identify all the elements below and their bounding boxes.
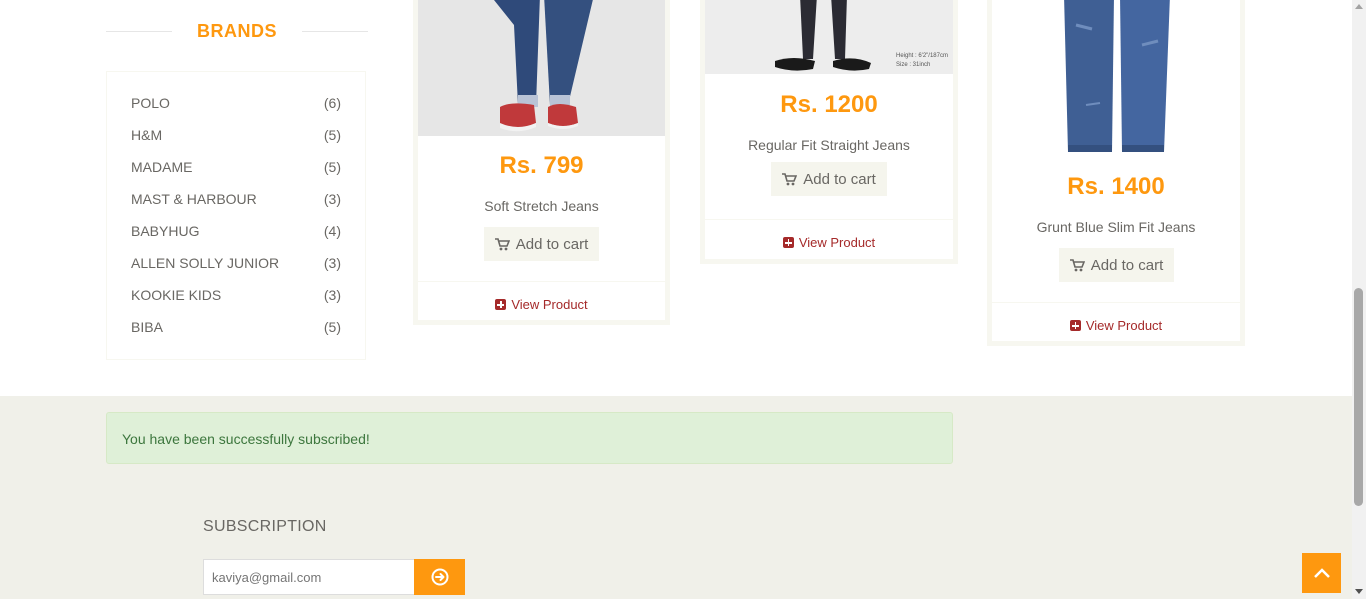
product-card: Rs. 1400 Grunt Blue Slim Fit Jeans Add t…	[987, 0, 1245, 346]
brand-name[interactable]: H&M	[131, 127, 162, 143]
shopping-cart-icon	[494, 237, 510, 250]
view-product-link[interactable]: View Product	[418, 297, 665, 312]
image-caption-height: Height : 6'2"/187cm	[896, 53, 948, 59]
product-name: Regular Fit Straight Jeans	[748, 137, 910, 153]
brand-count: (5)	[323, 159, 341, 175]
product-name: Soft Stretch Jeans	[484, 198, 599, 214]
brand-name[interactable]: MAST & HARBOUR	[131, 191, 257, 207]
add-to-cart-button[interactable]: Add to cart	[771, 162, 887, 196]
product-card: Height : 6'2"/187cm Size : 31inch Rs. 12…	[700, 0, 958, 264]
brand-name[interactable]: ALLEN SOLLY JUNIOR	[131, 255, 279, 271]
brand-count: (5)	[323, 127, 341, 143]
image-caption-size: Size : 31inch	[896, 62, 931, 68]
brand-item-kookie-kids[interactable]: KOOKIE KIDS (3)	[131, 287, 341, 307]
brand-name[interactable]: BABYHUG	[131, 223, 199, 239]
subscribe-button[interactable]	[414, 559, 465, 595]
product-card: Rs. 799 Soft Stretch Jeans Add to cart V…	[413, 0, 670, 325]
scroll-arrow-down-icon[interactable]	[1355, 589, 1363, 594]
scrollbar-thumb[interactable]	[1354, 288, 1363, 506]
plus-square-icon	[495, 299, 507, 310]
brand-item-babyhug[interactable]: BABYHUG (4)	[131, 223, 341, 243]
brand-name[interactable]: POLO	[131, 95, 170, 111]
product-image: Height : 6'2"/187cm Size : 31inch	[705, 0, 953, 74]
product-name: Grunt Blue Slim Fit Jeans	[1036, 219, 1196, 235]
product-image	[992, 0, 1240, 160]
add-to-cart-label: Add to cart	[803, 170, 876, 188]
brand-count: (3)	[323, 191, 341, 207]
brand-item-biba[interactable]: BIBA (5)	[131, 319, 341, 339]
brand-name[interactable]: BIBA	[131, 319, 163, 335]
view-product-link[interactable]: View Product	[705, 235, 953, 250]
plus-square-icon	[782, 237, 794, 248]
brand-item-allen-solly-junior[interactable]: ALLEN SOLLY JUNIOR (3)	[131, 255, 341, 275]
product-price: Rs. 1200	[780, 91, 878, 118]
brands-list: POLO (6) H&M (5) MADAME (5) MAST & HARBO…	[106, 71, 366, 360]
brand-count: (6)	[323, 95, 341, 111]
add-to-cart-button[interactable]: Add to cart	[1059, 248, 1174, 282]
brand-name[interactable]: MADAME	[131, 159, 192, 175]
view-product-label[interactable]: View Product	[1086, 318, 1162, 333]
product-price: Rs. 799	[499, 152, 584, 179]
brand-item-mast-harbour[interactable]: MAST & HARBOUR (3)	[131, 191, 341, 211]
add-to-cart-label: Add to cart	[1090, 256, 1164, 274]
brand-count: (4)	[323, 223, 341, 239]
subscription-success-alert: You have been successfully subscribed!	[106, 412, 953, 464]
view-product-label[interactable]: View Product	[511, 297, 587, 312]
brand-item-hm[interactable]: H&M (5)	[131, 127, 341, 147]
brand-count: (3)	[323, 287, 341, 303]
subscription-email-input[interactable]	[203, 559, 415, 595]
view-product-label[interactable]: View Product	[799, 235, 875, 250]
alert-text: You have been successfully subscribed!	[122, 431, 370, 447]
subscription-title: SUBSCRIPTION	[203, 518, 327, 535]
brands-heading: BRANDS	[106, 18, 368, 44]
brand-count: (3)	[323, 255, 341, 271]
shopping-cart-icon	[1069, 258, 1085, 271]
view-product-link[interactable]: View Product	[992, 318, 1240, 333]
scroll-arrow-up-icon[interactable]	[1355, 4, 1363, 9]
brand-name[interactable]: KOOKIE KIDS	[131, 287, 221, 303]
arrow-circle-right-icon	[431, 568, 448, 586]
brand-count: (5)	[323, 319, 341, 335]
plus-square-icon	[1069, 320, 1081, 331]
chevron-up-icon	[1313, 568, 1330, 578]
add-to-cart-label: Add to cart	[515, 235, 589, 253]
product-image	[418, 0, 665, 136]
add-to-cart-button[interactable]: Add to cart	[484, 227, 599, 261]
brand-item-madame[interactable]: MADAME (5)	[131, 159, 341, 179]
product-price: Rs. 1400	[1067, 173, 1165, 200]
scroll-up-button[interactable]	[1302, 553, 1341, 593]
shopping-cart-icon	[782, 172, 798, 185]
brand-item-polo[interactable]: POLO (6)	[131, 95, 341, 115]
